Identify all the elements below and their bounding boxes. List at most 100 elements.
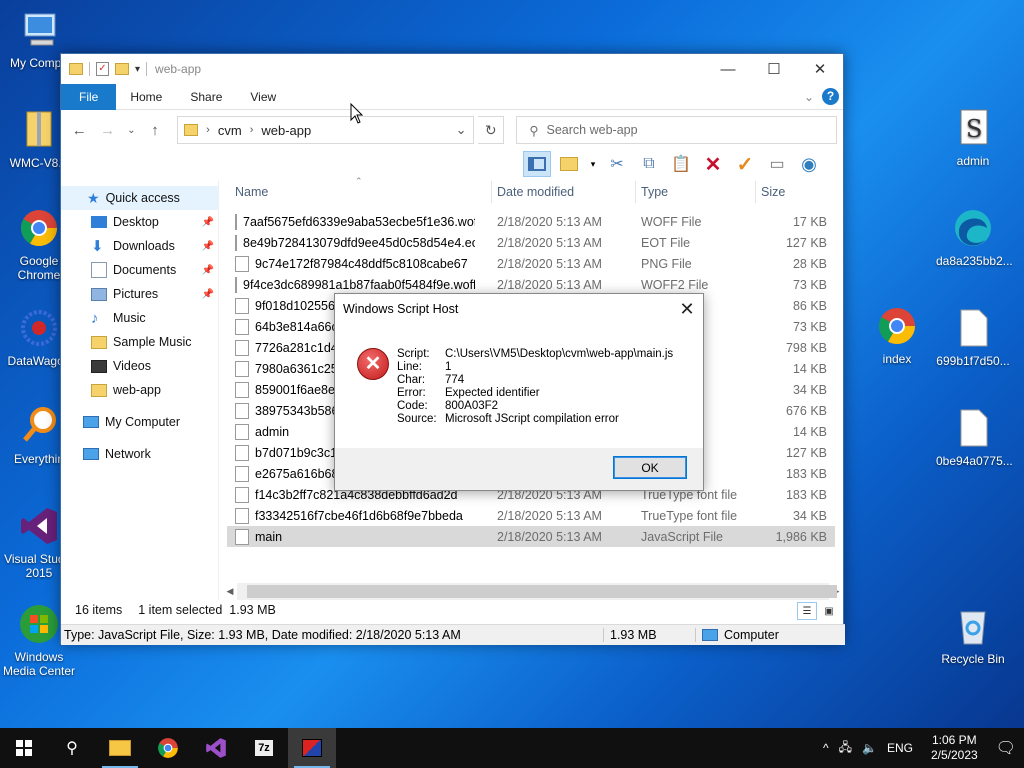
recycle-bin-icon	[960, 611, 986, 645]
refresh-button[interactable]: ↻	[478, 116, 505, 144]
documents-icon	[91, 262, 107, 278]
file-size: 127 KB	[785, 235, 827, 250]
taskbar-chrome[interactable]	[144, 728, 192, 768]
desktop-icon-recycle-bin[interactable]: Recycle Bin	[936, 604, 1010, 666]
up-button[interactable]: ↑	[143, 117, 167, 143]
customize-qat-icon[interactable]: ▾	[135, 64, 140, 75]
checkmark-icon[interactable]: ✓	[731, 151, 759, 177]
column-size[interactable]: Size	[761, 185, 785, 199]
navigation-pane: ★ Quick access Desktop 📌 ⬇ Downloads 📌 D…	[61, 180, 219, 600]
search-input[interactable]: ⚲ Search web-app	[516, 116, 838, 144]
breadcrumb-item[interactable]: cvm	[218, 123, 242, 138]
language-indicator[interactable]: ENG	[887, 741, 913, 755]
file-name: 9f4ce3dc689981a1b87faab0f5484f9e.woff2	[235, 276, 475, 293]
chevron-down-icon[interactable]: ⌄	[449, 122, 473, 138]
notifications-icon[interactable]: 🗨	[996, 738, 1016, 758]
recent-locations-button[interactable]: ⌄	[124, 117, 139, 143]
file-size: 127 KB	[785, 445, 827, 460]
forward-button[interactable]: →	[95, 117, 119, 143]
dialog-footer: OK	[335, 448, 703, 492]
pin-icon[interactable]: 📌	[202, 241, 214, 252]
copy-icon[interactable]: ⧉	[635, 151, 663, 177]
back-button[interactable]: ←	[67, 117, 91, 143]
title-bar[interactable]: ✓ ▾ web-app — ☐ ✕	[61, 54, 843, 84]
nav-documents[interactable]: Documents 📌	[61, 258, 218, 282]
divider	[491, 181, 492, 203]
column-type[interactable]: Type	[641, 185, 668, 199]
nav-web-app[interactable]: web-app	[61, 378, 218, 402]
table-row[interactable]: 9f4ce3dc689981a1b87faab0f5484f9e.woff2 2/…	[227, 274, 835, 295]
view-options-icon[interactable]	[555, 151, 583, 177]
pin-icon[interactable]: 📌	[202, 289, 214, 300]
table-row[interactable]: main 2/18/2020 5:13 AM JavaScript File 1,98…	[227, 526, 835, 547]
error-field: Code: 800A03F2	[397, 400, 673, 413]
paste-icon[interactable]: 📋	[667, 151, 695, 177]
desktop-icon-admin[interactable]: S admin	[936, 106, 1010, 168]
table-row[interactable]: 8e49b728413079dfd9ee45d0c58d54e4.eot 2/18…	[227, 232, 835, 253]
chevron-up-icon[interactable]: ^	[823, 741, 829, 755]
maximize-button[interactable]: ☐	[751, 54, 797, 84]
properties-icon[interactable]: ✓	[96, 62, 109, 76]
desktop-icon-index[interactable]: index	[860, 304, 934, 366]
nav-sample-music[interactable]: Sample Music	[61, 330, 218, 354]
table-row[interactable]: 9c74e172f87984c48ddf5c8108cabe67 2/18/202…	[227, 253, 835, 274]
nav-pictures[interactable]: Pictures 📌	[61, 282, 218, 306]
dialog-title-bar[interactable]: Windows Script Host ✕	[335, 294, 703, 324]
rename-icon[interactable]: ▭	[763, 151, 791, 177]
taskbar-file-explorer[interactable]	[96, 728, 144, 768]
taskbar-script-host[interactable]	[288, 728, 336, 768]
network-icon	[83, 448, 99, 460]
taskbar-visual-studio[interactable]	[192, 728, 240, 768]
column-date[interactable]: Date modified	[497, 185, 574, 199]
search-button[interactable]: ⚲	[48, 728, 96, 768]
address-bar[interactable]: › cvm › web-app ⌄	[177, 116, 475, 144]
desktop-icon-file-699b[interactable]: 699b1f7d50...	[936, 306, 1010, 368]
large-icons-view-icon[interactable]: ▣	[819, 602, 839, 620]
pin-icon[interactable]: 📌	[202, 217, 214, 228]
scroll-thumb[interactable]	[247, 585, 837, 598]
nav-label: Downloads	[113, 239, 175, 253]
tab-share[interactable]: Share	[176, 84, 236, 110]
scroll-track[interactable]	[237, 583, 837, 600]
volume-icon[interactable]: 🔈	[862, 741, 877, 755]
desktop-icon-label: da8a235bb2...	[936, 254, 1013, 268]
nav-videos[interactable]: Videos	[61, 354, 218, 378]
ok-button[interactable]: OK	[613, 456, 687, 479]
desktop-icon-edge-file[interactable]: da8a235bb2...	[936, 206, 1013, 268]
help-icon[interactable]: ?	[822, 88, 839, 105]
preview-pane-icon[interactable]	[523, 151, 551, 177]
clock[interactable]: 1:06 PM 2/5/2023	[923, 733, 986, 763]
new-folder-icon[interactable]	[115, 63, 129, 75]
chevron-down-icon[interactable]: ▾	[587, 151, 599, 177]
nav-downloads[interactable]: ⬇ Downloads 📌	[61, 234, 218, 258]
network-icon[interactable]: 🖧	[839, 738, 852, 759]
file-type: EOT File	[641, 235, 691, 250]
scroll-left-icon[interactable]: ◀	[223, 586, 237, 597]
nav-label: Network	[105, 447, 151, 461]
nav-network[interactable]: Network	[61, 442, 218, 466]
minimize-button[interactable]: —	[705, 54, 751, 84]
tab-file[interactable]: File	[61, 83, 117, 110]
tab-home[interactable]: Home	[116, 84, 176, 110]
pin-icon[interactable]: 📌	[202, 265, 214, 276]
column-name[interactable]: Name	[235, 185, 268, 199]
horizontal-scrollbar[interactable]: ◀ ▶	[223, 583, 843, 600]
tab-view[interactable]: View	[236, 84, 290, 110]
globe-icon[interactable]: ◉	[795, 151, 823, 177]
breadcrumb-item[interactable]: web-app	[261, 123, 311, 138]
cut-icon[interactable]: ✂	[603, 151, 631, 177]
delete-icon[interactable]: ✕	[699, 151, 727, 177]
nav-my-computer[interactable]: My Computer	[61, 410, 218, 434]
table-row[interactable]: 7aaf5675efd6339e9aba53ecbe5f1e36.woff 2/1…	[227, 211, 835, 232]
nav-desktop[interactable]: Desktop 📌	[61, 210, 218, 234]
close-button[interactable]: ✕	[797, 54, 843, 84]
nav-quick-access[interactable]: ★ Quick access	[61, 186, 218, 210]
expand-ribbon-icon[interactable]: ⌄	[804, 90, 814, 104]
table-row[interactable]: f33342516f7cbe46f1d6b68f9e7bbeda 2/18/202…	[227, 505, 835, 526]
desktop-icon-file-0be9[interactable]: 0be94a0775...	[936, 406, 1013, 468]
start-button[interactable]	[0, 728, 48, 768]
taskbar-7zip[interactable]: 7z	[240, 728, 288, 768]
nav-music[interactable]: ♪ Music	[61, 306, 218, 330]
details-view-icon[interactable]: ☰	[797, 602, 817, 620]
close-icon[interactable]: ✕	[671, 299, 703, 320]
